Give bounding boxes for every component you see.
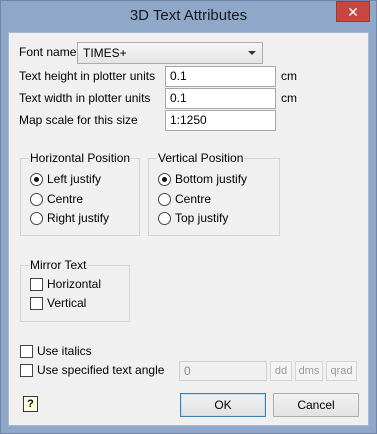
bottom-justify-label: Bottom justify <box>175 172 248 186</box>
radio-centre-horizontal[interactable] <box>30 193 43 206</box>
centre-vertical-label: Centre <box>175 192 212 206</box>
text-height-label: Text height in plotter units <box>19 69 156 83</box>
mirror-vertical-label: Vertical <box>47 296 87 310</box>
help-icon[interactable]: ? <box>23 396 38 412</box>
vertical-position-group: Vertical Position Bottom justify Centre … <box>148 151 280 236</box>
centre-horizontal-label: Centre <box>47 192 84 206</box>
text-width-label: Text width in plotter units <box>19 91 151 105</box>
use-angle-label: Use specified text angle <box>37 363 165 377</box>
unit-qrad-button[interactable]: qrad <box>326 361 357 381</box>
font-name-label: Font name <box>19 45 77 59</box>
text-height-unit: cm <box>281 69 297 83</box>
text-width-input[interactable]: 0.1 <box>165 88 276 109</box>
use-italics-checkbox[interactable] <box>20 345 33 358</box>
vertical-position-title: Vertical Position <box>157 151 245 165</box>
close-button[interactable]: ✕ <box>336 1 370 22</box>
unit-dms-button[interactable]: dms <box>295 361 323 381</box>
ok-button[interactable]: OK <box>180 393 266 417</box>
horizontal-position-group: Horizontal Position Left justify Centre … <box>20 151 140 236</box>
radio-top-justify[interactable] <box>158 212 171 225</box>
use-italics-label: Use italics <box>37 344 92 358</box>
map-scale-label: Map scale for this size <box>19 113 138 127</box>
font-name-select[interactable]: TIMES+ <box>77 42 263 64</box>
cancel-button[interactable]: Cancel <box>273 393 359 417</box>
mirror-horizontal-label: Horizontal <box>47 277 102 291</box>
radio-centre-vertical[interactable] <box>158 193 171 206</box>
right-justify-label: Right justify <box>47 211 110 225</box>
mirror-text-group: Mirror Text Horizontal Vertical <box>20 258 130 322</box>
unit-dd-button[interactable]: dd <box>270 361 292 381</box>
radio-left-justify[interactable] <box>30 173 43 186</box>
text-width-unit: cm <box>281 91 297 105</box>
horizontal-position-title: Horizontal Position <box>29 151 132 165</box>
top-justify-label: Top justify <box>175 211 229 225</box>
mirror-vertical-checkbox[interactable] <box>30 297 43 310</box>
mirror-horizontal-checkbox[interactable] <box>30 278 43 291</box>
font-name-value: TIMES+ <box>83 46 127 60</box>
chevron-down-icon <box>248 51 256 55</box>
title-bar[interactable]: 3D Text Attributes ✕ <box>1 1 376 32</box>
radio-right-justify[interactable] <box>30 212 43 225</box>
dialog-window: 3D Text Attributes ✕ Font name TIMES+ Te… <box>0 0 377 434</box>
dialog-title: 3D Text Attributes <box>129 7 248 24</box>
text-height-input[interactable]: 0.1 <box>165 66 276 87</box>
use-angle-checkbox[interactable] <box>20 364 33 377</box>
text-angle-input[interactable]: 0 <box>179 361 267 381</box>
map-scale-input[interactable]: 1:1250 <box>165 110 276 131</box>
radio-bottom-justify[interactable] <box>158 173 171 186</box>
dialog-body: Font name TIMES+ Text height in plotter … <box>8 32 369 426</box>
left-justify-label: Left justify <box>47 172 102 186</box>
mirror-text-title: Mirror Text <box>29 258 88 272</box>
